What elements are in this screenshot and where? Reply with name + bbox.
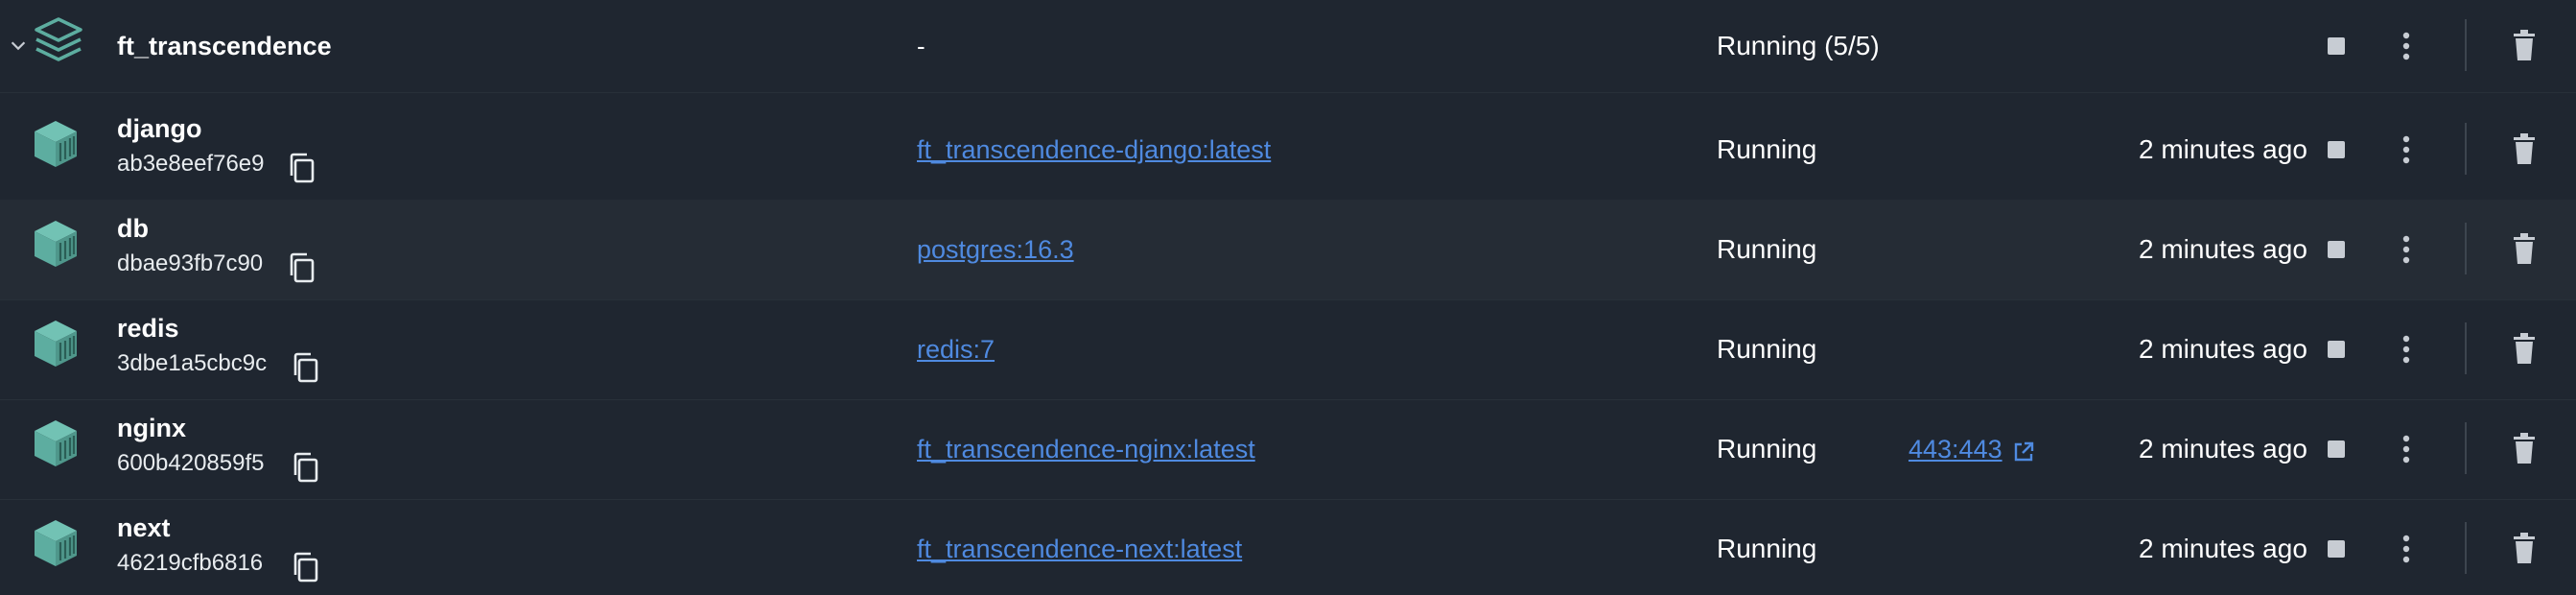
divider — [2465, 19, 2467, 71]
external-link-icon[interactable] — [2012, 440, 2035, 464]
divider — [2465, 522, 2467, 574]
container-icon — [35, 420, 77, 466]
trash-icon[interactable] — [2511, 132, 2538, 165]
copy-icon[interactable] — [290, 551, 322, 583]
more-actions-icon[interactable] — [2392, 332, 2421, 367]
container-id: ab3e8eef76e9 — [117, 151, 265, 177]
more-actions-icon[interactable] — [2392, 532, 2421, 566]
stop-icon[interactable] — [2328, 540, 2345, 558]
container-name[interactable]: redis — [117, 311, 179, 345]
more-actions-icon[interactable] — [2392, 29, 2421, 63]
container-row[interactable]: nginx 600b420859f5 ft_transcendence-nginx:… — [0, 399, 2576, 500]
more-actions-icon[interactable] — [2392, 232, 2421, 267]
container-name[interactable]: django — [117, 111, 202, 146]
last-started: 2 minutes ago — [2139, 534, 2307, 563]
container-id: 3dbe1a5cbc9c — [117, 350, 268, 376]
container-icon — [35, 520, 77, 566]
last-started: 2 minutes ago — [2139, 334, 2307, 364]
group-name[interactable]: ft_transcendence — [117, 27, 332, 65]
container-status: Running — [1717, 334, 1817, 364]
containers-table: ft_transcendence - Running (5/5) django a… — [0, 0, 2576, 595]
container-status: Running — [1717, 534, 1817, 563]
last-started: 2 minutes ago — [2139, 234, 2307, 264]
trash-icon[interactable] — [2511, 29, 2538, 61]
stack-icon — [35, 17, 82, 61]
chevron-down-icon[interactable] — [8, 35, 29, 56]
image-link[interactable]: ft_transcendence-next:latest — [917, 530, 1242, 568]
divider — [2465, 422, 2467, 474]
trash-icon[interactable] — [2511, 332, 2538, 365]
stop-icon[interactable] — [2328, 241, 2345, 258]
more-actions-icon[interactable] — [2392, 132, 2421, 167]
divider — [2465, 322, 2467, 374]
compose-group-row[interactable]: ft_transcendence - Running (5/5) — [0, 0, 2576, 93]
container-row[interactable]: django ab3e8eef76e9 ft_transcendence-djang… — [0, 100, 2576, 201]
container-row[interactable]: next 46219cfb6816 ft_transcendence-next:la… — [0, 499, 2576, 595]
container-row[interactable]: db dbae93fb7c90 postgres:16.3 Running 2 minu… — [0, 200, 2576, 300]
group-image: - — [917, 32, 925, 60]
container-id: dbae93fb7c90 — [117, 250, 264, 276]
container-id: 600b420859f5 — [117, 450, 265, 476]
copy-icon[interactable] — [290, 451, 322, 484]
port-link[interactable]: 443:443 — [1909, 430, 2002, 468]
stop-icon[interactable] — [2328, 440, 2345, 458]
container-row[interactable]: redis 3dbe1a5cbc9c redis:7 Running 2 minutes… — [0, 299, 2576, 400]
container-icon — [35, 221, 77, 267]
group-status: Running (5/5) — [1717, 31, 1880, 60]
container-name[interactable]: nginx — [117, 411, 186, 445]
trash-icon[interactable] — [2511, 232, 2538, 265]
stop-icon[interactable] — [2328, 37, 2345, 55]
copy-icon[interactable] — [290, 351, 322, 384]
image-link[interactable]: redis:7 — [917, 330, 995, 369]
container-name[interactable]: db — [117, 211, 149, 246]
container-status: Running — [1717, 234, 1817, 264]
trash-icon[interactable] — [2511, 532, 2538, 564]
container-name[interactable]: next — [117, 511, 171, 545]
divider — [2465, 123, 2467, 175]
last-started: 2 minutes ago — [2139, 434, 2307, 464]
stop-icon[interactable] — [2328, 141, 2345, 158]
stop-icon[interactable] — [2328, 341, 2345, 358]
copy-icon[interactable] — [286, 152, 318, 184]
image-link[interactable]: ft_transcendence-django:latest — [917, 131, 1271, 169]
container-id: 46219cfb6816 — [117, 550, 264, 576]
image-link[interactable]: postgres:16.3 — [917, 230, 1074, 269]
container-icon — [35, 321, 77, 367]
container-icon — [35, 121, 77, 167]
last-started: 2 minutes ago — [2139, 134, 2307, 164]
divider — [2465, 223, 2467, 274]
more-actions-icon[interactable] — [2392, 432, 2421, 466]
trash-icon[interactable] — [2511, 432, 2538, 464]
image-link[interactable]: ft_transcendence-nginx:latest — [917, 430, 1255, 468]
copy-icon[interactable] — [286, 251, 318, 284]
container-status: Running — [1717, 134, 1817, 164]
container-status: Running — [1717, 434, 1817, 464]
